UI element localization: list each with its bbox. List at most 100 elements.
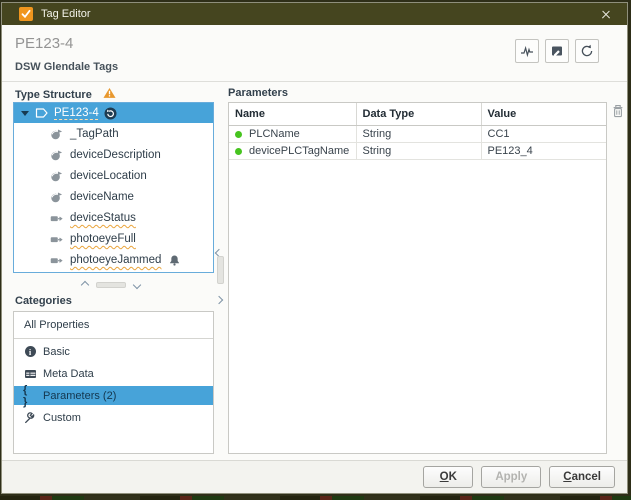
cancel-button-label: Cancel xyxy=(563,471,601,483)
udt-instance-icon xyxy=(35,108,48,118)
param-type-cell[interactable]: String xyxy=(356,125,482,143)
category-all-properties[interactable]: All Properties xyxy=(14,312,213,339)
category-label: Basic xyxy=(43,345,70,358)
info-glyph: i xyxy=(24,346,36,357)
reference-tag-icon xyxy=(51,128,63,139)
table-header-row: Name Data Type Value xyxy=(229,103,606,126)
category-parameters[interactable]: { } Parameters (2) xyxy=(14,384,213,408)
tree-node[interactable]: deviceDescription xyxy=(14,145,213,165)
ok-button-label: OK xyxy=(439,471,457,483)
tree-node[interactable]: photoeyeFull xyxy=(14,229,213,249)
category-label: Parameters (2) xyxy=(43,389,117,402)
tree-node[interactable]: deviceLocation xyxy=(14,166,213,186)
window-title: Tag Editor xyxy=(41,8,91,20)
reference-tag-icon xyxy=(51,170,63,181)
param-value-cell[interactable]: PE123_4 xyxy=(481,142,606,160)
tree-node[interactable]: photoeyeJammed xyxy=(14,250,213,270)
tree-node-label: photoeyeFull xyxy=(70,233,136,245)
splitter-grip[interactable] xyxy=(96,282,126,288)
apply-button-label: Apply xyxy=(495,471,528,483)
vertical-splitter-grip[interactable] xyxy=(217,256,224,284)
alarm-bell-icon xyxy=(168,254,181,267)
warning-icon xyxy=(103,87,116,98)
meta-data-icon xyxy=(23,368,37,380)
opc-tag-icon xyxy=(50,236,63,242)
column-header-value[interactable]: Value xyxy=(481,103,606,126)
info-icon: i xyxy=(23,346,37,357)
tag-name-title: PE123-4 xyxy=(15,35,74,52)
reference-tag-icon xyxy=(51,191,63,202)
sparkline-icon xyxy=(521,45,533,58)
tree-root-label: PE123-4 xyxy=(54,107,99,119)
category-label: Meta Data xyxy=(43,367,94,380)
tree-node-label: deviceName xyxy=(70,191,134,203)
collapse-up-icon[interactable] xyxy=(80,280,90,290)
tree-node-label: photoeyeJammed xyxy=(70,254,162,266)
categories-label: Categories xyxy=(15,295,72,307)
column-header-data-type[interactable]: Data Type xyxy=(356,103,482,126)
tag-provider-subtitle: DSW Glendale Tags xyxy=(15,61,119,73)
category-basic[interactable]: i Basic xyxy=(14,342,213,361)
braces-icon: { } xyxy=(23,384,37,408)
type-structure-label-text: Type Structure xyxy=(15,89,92,101)
close-icon[interactable] xyxy=(599,7,613,21)
documentation-button[interactable] xyxy=(545,39,569,63)
wrench-icon xyxy=(23,411,37,424)
param-value-cell[interactable]: CC1 xyxy=(481,125,606,143)
param-data-type: String xyxy=(362,128,392,140)
collapse-down-icon[interactable] xyxy=(132,280,142,290)
tree-node-label: _TagPath xyxy=(70,128,119,140)
category-meta-data[interactable]: Meta Data xyxy=(14,364,213,383)
param-data-type: String xyxy=(362,145,392,157)
inherited-refresh-badge-icon xyxy=(104,107,117,119)
delete-parameter-button[interactable] xyxy=(610,103,626,119)
braces-glyph: { } xyxy=(23,383,29,408)
apply-button[interactable]: Apply xyxy=(481,466,542,488)
param-type-cell[interactable]: String xyxy=(356,142,482,160)
chevron-right-icon[interactable] xyxy=(214,295,224,305)
cancel-button[interactable]: Cancel xyxy=(549,466,615,488)
param-name-cell[interactable]: PLCName xyxy=(229,125,357,143)
header-toolbar xyxy=(515,39,599,63)
table-row[interactable]: devicePLCTagName String PE123_4 xyxy=(229,142,606,160)
horizontal-splitter[interactable] xyxy=(80,280,152,290)
refresh-icon xyxy=(581,44,593,57)
tree-node-label: deviceStatus xyxy=(70,212,136,224)
opc-tag-icon xyxy=(50,257,63,263)
tree-node[interactable]: deviceName xyxy=(14,187,213,207)
category-custom[interactable]: Custom xyxy=(14,408,213,427)
param-status-dot xyxy=(235,147,242,155)
tree-node-root[interactable]: PE123-4 xyxy=(14,103,213,123)
tree-node-label: deviceLocation xyxy=(70,170,147,182)
trash-icon xyxy=(613,105,623,118)
refresh-button[interactable] xyxy=(575,39,599,63)
parameters-pane: Name Data Type Value PLCName String CC1 … xyxy=(228,102,607,454)
param-value: CC1 xyxy=(487,128,510,140)
tree-node-label: deviceDescription xyxy=(70,149,161,161)
tag-editor-dialog: Tag Editor PE123-4 DSW Glendale Tags Typ… xyxy=(1,2,628,494)
param-value: PE123_4 xyxy=(487,145,533,157)
reference-tag-icon xyxy=(51,149,63,160)
desktop-background-edge xyxy=(0,496,631,500)
note-edit-icon xyxy=(552,46,562,56)
tree-node[interactable]: _TagPath xyxy=(14,124,213,144)
tree-node[interactable]: deviceStatus xyxy=(14,208,213,228)
diagnostics-button[interactable] xyxy=(515,39,539,63)
expand-triangle-icon[interactable] xyxy=(21,110,29,116)
column-header-name[interactable]: Name xyxy=(229,103,357,126)
window-titlebar[interactable]: Tag Editor xyxy=(2,3,627,25)
app-logo-icon xyxy=(19,7,33,21)
ok-button[interactable]: OK xyxy=(423,466,474,488)
header-divider xyxy=(2,81,627,82)
parameters-table: Name Data Type Value PLCName String CC1 … xyxy=(229,103,606,160)
type-structure-label: Type Structure xyxy=(15,87,116,101)
param-name-cell[interactable]: devicePLCTagName xyxy=(229,142,357,160)
param-status-dot xyxy=(235,130,242,138)
categories-list: All Properties i Basic Meta Data { } Par… xyxy=(13,311,214,454)
category-label: Custom xyxy=(43,411,81,424)
dialog-footer: OK Apply Cancel xyxy=(2,460,627,493)
table-row[interactable]: PLCName String CC1 xyxy=(229,125,606,143)
type-structure-tree: PE123-4 _TagPath deviceDescription devic… xyxy=(13,102,214,273)
collapse-right-icon[interactable] xyxy=(214,290,224,308)
opc-tag-icon xyxy=(50,215,63,221)
